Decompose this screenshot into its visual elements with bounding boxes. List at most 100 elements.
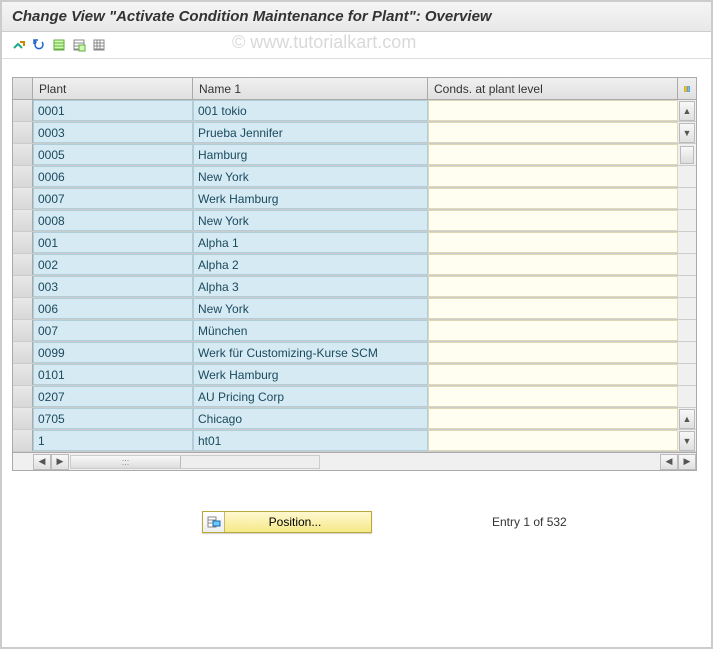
cell-conds[interactable] <box>428 342 678 363</box>
position-icon <box>203 512 225 532</box>
cell-conds[interactable] <box>428 386 678 407</box>
cell-plant[interactable]: 0003 <box>33 122 193 143</box>
vscroll-up-step-icon[interactable]: ▲ <box>679 409 695 429</box>
cell-conds[interactable] <box>428 144 678 165</box>
cell-plant[interactable]: 0006 <box>33 166 193 187</box>
hscroll-right-icon[interactable]: ▶ <box>51 454 69 470</box>
position-label: Position... <box>225 515 371 529</box>
cell-name[interactable]: New York <box>193 166 428 187</box>
cell-name[interactable]: Hamburg <box>193 144 428 165</box>
column-selector[interactable] <box>13 78 33 99</box>
row-selector[interactable] <box>13 122 33 143</box>
column-plant[interactable]: Plant <box>33 78 193 99</box>
column-conds[interactable]: Conds. at plant level <box>428 78 678 99</box>
cell-name[interactable]: Prueba Jennifer <box>193 122 428 143</box>
cell-plant[interactable]: 1 <box>33 430 193 451</box>
cell-plant[interactable]: 0001 <box>33 100 193 121</box>
cell-conds[interactable] <box>428 122 678 143</box>
cell-conds[interactable] <box>428 276 678 297</box>
row-selector[interactable] <box>13 166 33 187</box>
cell-name[interactable]: Werk Hamburg <box>193 364 428 385</box>
select-all-icon[interactable] <box>50 36 68 54</box>
cell-plant[interactable]: 0007 <box>33 188 193 209</box>
cell-conds[interactable] <box>428 254 678 275</box>
row-selector[interactable] <box>13 276 33 297</box>
configure-columns-icon[interactable] <box>678 78 696 99</box>
cell-conds[interactable] <box>428 408 678 429</box>
hscroll-left-icon[interactable]: ◀ <box>33 454 51 470</box>
cell-conds[interactable] <box>428 320 678 341</box>
row-selector[interactable] <box>13 254 33 275</box>
cell-name[interactable]: Werk Hamburg <box>193 188 428 209</box>
cell-plant[interactable]: 006 <box>33 298 193 319</box>
cell-name[interactable]: München <box>193 320 428 341</box>
row-selector[interactable] <box>13 320 33 341</box>
vscroll-up-icon[interactable]: ▲ <box>679 101 695 121</box>
data-table: Plant Name 1 Conds. at plant level 00010… <box>12 77 697 471</box>
cell-name[interactable]: Werk für Customizing-Kurse SCM <box>193 342 428 363</box>
undo-icon[interactable] <box>30 36 48 54</box>
cell-conds[interactable] <box>428 430 678 451</box>
vscroll-cell <box>678 342 696 363</box>
vscroll-cell <box>678 188 696 209</box>
cell-conds[interactable] <box>428 166 678 187</box>
table-settings-icon[interactable] <box>90 36 108 54</box>
cell-conds[interactable] <box>428 298 678 319</box>
cell-name[interactable]: Chicago <box>193 408 428 429</box>
cell-name[interactable]: Alpha 3 <box>193 276 428 297</box>
position-button[interactable]: Position... <box>202 511 372 533</box>
row-selector[interactable] <box>13 364 33 385</box>
hscroll-far-left-icon[interactable]: ◀ <box>660 454 678 470</box>
cell-conds[interactable] <box>428 232 678 253</box>
column-name[interactable]: Name 1 <box>193 78 428 99</box>
cell-plant[interactable]: 0705 <box>33 408 193 429</box>
cell-plant[interactable]: 001 <box>33 232 193 253</box>
cell-conds[interactable] <box>428 364 678 385</box>
row-selector[interactable] <box>13 232 33 253</box>
cell-plant[interactable]: 0101 <box>33 364 193 385</box>
row-selector[interactable] <box>13 386 33 407</box>
vscroll-cell <box>678 254 696 275</box>
cell-plant[interactable]: 0207 <box>33 386 193 407</box>
table-row: 007München <box>13 320 696 342</box>
window-title: Change View "Activate Condition Maintena… <box>2 2 711 32</box>
cell-plant[interactable]: 0005 <box>33 144 193 165</box>
cell-plant[interactable]: 0008 <box>33 210 193 231</box>
hscroll-track[interactable]: ::: <box>70 455 320 469</box>
table-row: 001Alpha 1 <box>13 232 696 254</box>
row-selector[interactable] <box>13 188 33 209</box>
row-selector[interactable] <box>13 100 33 121</box>
row-selector[interactable] <box>13 430 33 451</box>
cell-name[interactable]: AU Pricing Corp <box>193 386 428 407</box>
vscroll-cell <box>678 364 696 385</box>
cell-plant[interactable]: 0099 <box>33 342 193 363</box>
row-selector[interactable] <box>13 408 33 429</box>
table-row: 0207AU Pricing Corp <box>13 386 696 408</box>
cell-name[interactable]: New York <box>193 298 428 319</box>
cell-name[interactable]: 001 tokio <box>193 100 428 121</box>
vscroll-thumb[interactable] <box>680 146 694 164</box>
table-row: 002Alpha 2 <box>13 254 696 276</box>
row-selector[interactable] <box>13 342 33 363</box>
vscroll-down-step-icon[interactable]: ▼ <box>679 123 695 143</box>
cell-plant[interactable]: 003 <box>33 276 193 297</box>
cell-plant[interactable]: 002 <box>33 254 193 275</box>
table-row: 0003Prueba Jennifer ▼ <box>13 122 696 144</box>
row-selector[interactable] <box>13 210 33 231</box>
cell-name[interactable]: Alpha 1 <box>193 232 428 253</box>
hscroll-thumb[interactable]: ::: <box>71 456 181 468</box>
table-row: 1ht01 ▼ <box>13 430 696 452</box>
cell-conds[interactable] <box>428 188 678 209</box>
hscroll-far-right-icon[interactable]: ▶ <box>678 454 696 470</box>
cell-conds[interactable] <box>428 210 678 231</box>
vscroll-down-icon[interactable]: ▼ <box>679 431 695 451</box>
change-display-toggle-icon[interactable] <box>10 36 28 54</box>
cell-name[interactable]: Alpha 2 <box>193 254 428 275</box>
cell-conds[interactable] <box>428 100 678 121</box>
row-selector[interactable] <box>13 144 33 165</box>
deselect-all-icon[interactable] <box>70 36 88 54</box>
cell-name[interactable]: ht01 <box>193 430 428 451</box>
cell-name[interactable]: New York <box>193 210 428 231</box>
row-selector[interactable] <box>13 298 33 319</box>
cell-plant[interactable]: 007 <box>33 320 193 341</box>
